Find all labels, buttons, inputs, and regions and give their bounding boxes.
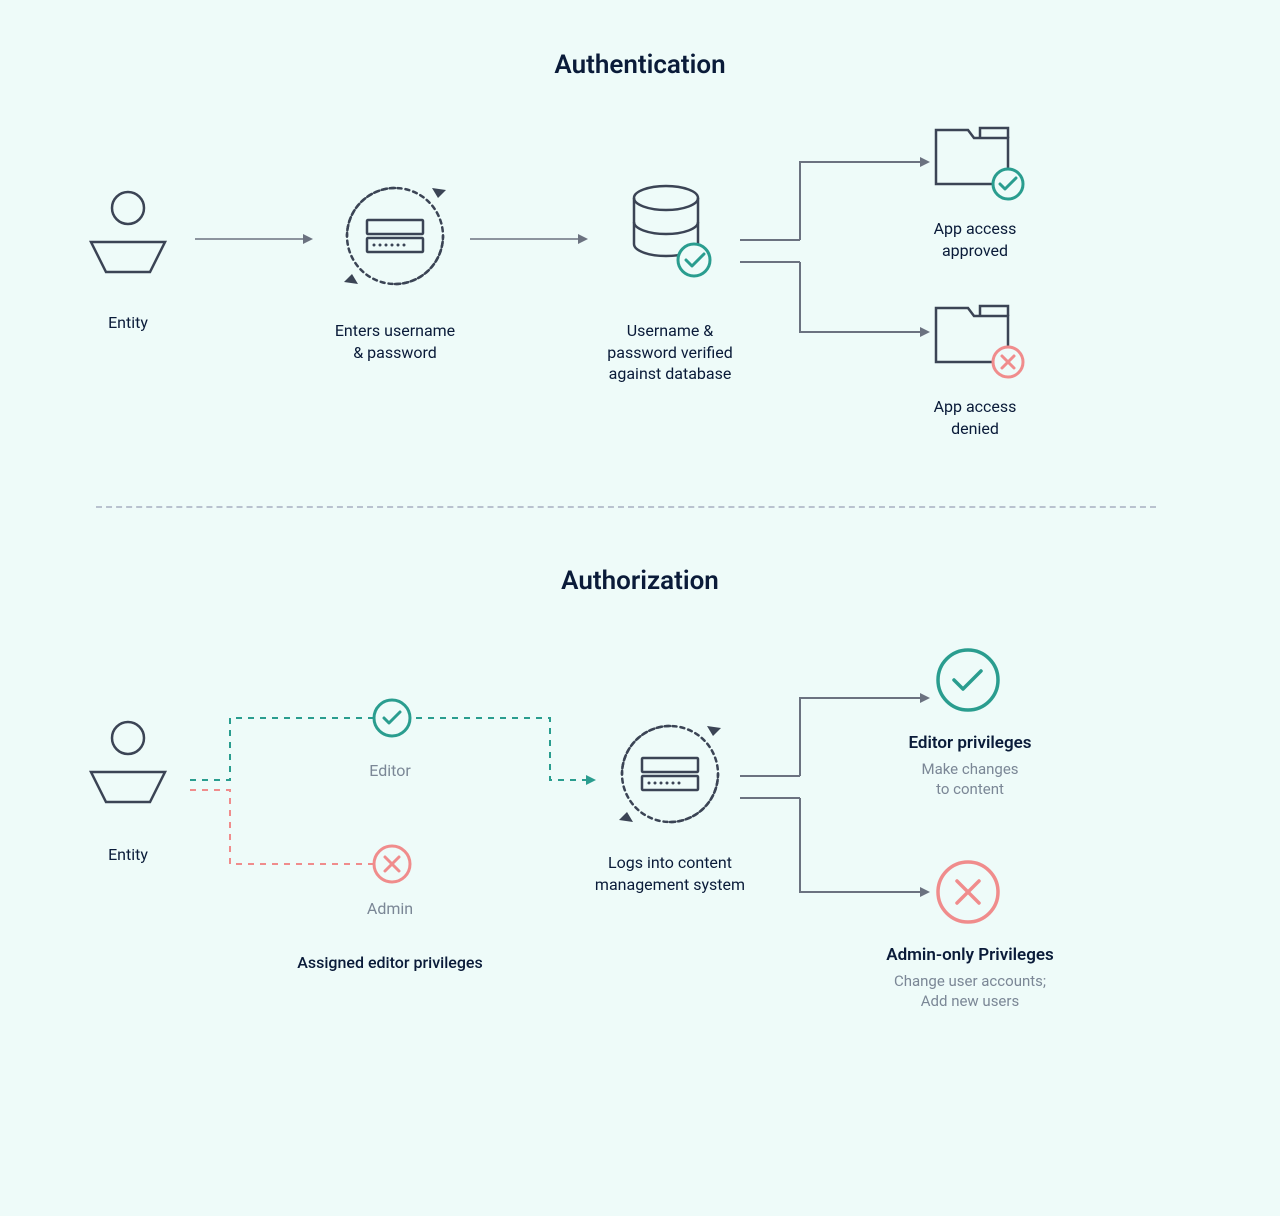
- editor-privileges-check-icon: [932, 644, 1004, 716]
- cms-login-label: Logs into content management system: [580, 852, 760, 895]
- enters-credentials-label: Enters username & password: [300, 320, 490, 363]
- entity-label: Entity: [80, 312, 176, 334]
- admin-role-label: Admin: [340, 898, 440, 920]
- admin-privileges-x-icon: [932, 856, 1004, 928]
- database-icon: [618, 182, 718, 282]
- entity-icon: [80, 182, 176, 278]
- login-process-icon: [340, 180, 450, 300]
- editor-privileges-sub: Make changes to content: [880, 759, 1060, 800]
- admin-privileges-sub: Change user accounts; Add new users: [860, 971, 1080, 1012]
- authentication-title: Authentication: [554, 50, 725, 80]
- cms-login-icon: [615, 718, 725, 838]
- section-divider: [96, 506, 1156, 508]
- entity-label-authz: Entity: [80, 844, 176, 866]
- admin-privileges-block: Admin-only Privileges Change user accoun…: [860, 944, 1080, 1011]
- admin-x-icon: [370, 842, 414, 886]
- editor-privileges-block: Editor privileges Make changes to conten…: [880, 732, 1060, 799]
- diagram-canvas: Authentication Entity: [0, 0, 1280, 1216]
- admin-privileges-title: Admin-only Privileges: [860, 944, 1080, 967]
- editor-privileges-title: Editor privileges: [880, 732, 1060, 755]
- entity-icon-authz: [80, 712, 176, 808]
- authorization-title: Authorization: [561, 566, 719, 596]
- verified-label: Username & password verified against dat…: [580, 320, 760, 385]
- editor-check-icon: [370, 696, 414, 740]
- access-denied-label: App access denied: [900, 396, 1050, 439]
- folder-approved-icon: [930, 118, 1026, 202]
- arrow-2: [470, 232, 590, 246]
- editor-role-label: Editor: [340, 760, 440, 782]
- access-approved-label: App access approved: [900, 218, 1050, 261]
- folder-denied-icon: [930, 296, 1026, 380]
- arrow-1: [195, 232, 315, 246]
- assigned-privileges-label: Assigned editor privileges: [280, 952, 500, 974]
